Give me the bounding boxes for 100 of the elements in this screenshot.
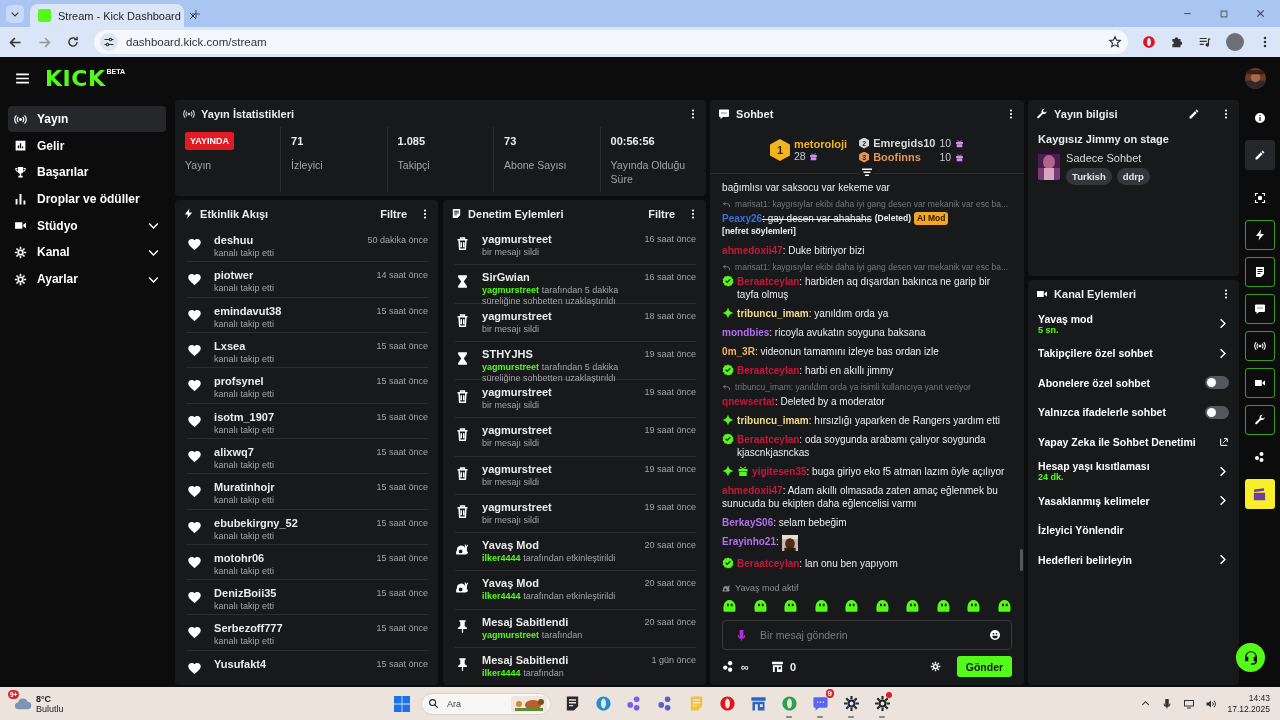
sidebar-item[interactable]: Kanal (8, 239, 167, 266)
verified-badge-icon (722, 275, 735, 287)
rail-button[interactable] (1244, 294, 1275, 324)
action-title: Mesaj Sabitlendi (482, 653, 570, 667)
search-box[interactable]: Ara (421, 692, 551, 715)
speaker-icon[interactable] (1205, 697, 1218, 710)
chat-message: 0m_3R: videonun tamamını izleye bas ordan izle (722, 345, 940, 358)
sidebar-item[interactable]: Gelir (8, 132, 167, 159)
trash-icon (455, 427, 471, 443)
chat-message: ahmedoxii47: Adam akıllı olmasada zaten amaç eğlenmek bu sunucuda bu ekipten daha eğlencelisi varmı (722, 484, 999, 510)
verified-badge-icon (722, 433, 735, 445)
emote-icon[interactable] (935, 598, 951, 613)
panel-title: Etkinlik Akışı (200, 207, 270, 220)
edit-icon[interactable] (1188, 107, 1201, 120)
chat-message: Beraatceylan: lan onu ben yapıyom (737, 557, 899, 570)
maximize-icon[interactable] (1219, 8, 1229, 19)
monitor-icon[interactable] (1183, 697, 1196, 710)
rail-button[interactable] (1244, 368, 1275, 398)
category-name: Sadece Sohbet (1066, 152, 1143, 164)
timestamp: 20 saat önce (644, 577, 697, 591)
sidebar-item[interactable]: Droplar ve ödüller (8, 186, 167, 213)
action-title: SirGwian (482, 271, 531, 285)
sidebar-item[interactable]: Başarılar (8, 159, 167, 186)
settings-icon[interactable] (929, 661, 941, 672)
toggle-switch[interactable] (1205, 376, 1230, 390)
media-icon[interactable] (1198, 35, 1212, 49)
close-icon[interactable] (1255, 8, 1266, 19)
action-text: bir mesajı sildi (482, 438, 541, 450)
action-text: bir mesajı sildi (482, 400, 541, 411)
close-icon[interactable] (187, 10, 198, 21)
emote-icon[interactable] (997, 598, 1012, 613)
tag[interactable]: Turkish (1066, 168, 1112, 185)
rail-button[interactable] (1244, 257, 1275, 287)
username: isotm_1907 (214, 410, 275, 424)
emote-icon[interactable] (844, 598, 860, 613)
filter-button[interactable]: Filtre (642, 207, 682, 220)
gift-count: 28 (793, 150, 806, 162)
emote-icon[interactable] (874, 598, 890, 613)
slow-mode-label: Yavaş mod aktif (735, 583, 799, 593)
address-bar[interactable]: dashboard.kick.com/stream (94, 30, 1128, 54)
heart-icon (187, 625, 203, 641)
emote-icon[interactable] (783, 598, 799, 613)
rail-button[interactable] (1244, 331, 1275, 361)
heart-icon (187, 272, 203, 288)
windows-start-icon[interactable] (394, 695, 410, 712)
rail-button[interactable] (1244, 140, 1275, 170)
site-settings-icon[interactable] (103, 36, 115, 48)
emote-icon[interactable] (752, 598, 768, 613)
timestamp: 14 saat önce (376, 269, 429, 283)
action-title: yagmurstreet (482, 309, 553, 323)
note-icon (451, 208, 463, 219)
reload-icon[interactable] (66, 35, 80, 49)
reply-text: marisat1: kaygısıylar ekibi daha iyi gang desen var mekanik var esc ba... (735, 262, 1009, 272)
message-field[interactable]: Bir mesaj gönderin (722, 620, 1013, 650)
gift-icon (955, 138, 965, 148)
tag[interactable]: ddrp (1116, 168, 1150, 185)
search-field[interactable]: Ara (445, 697, 505, 710)
bookmark-star-icon[interactable] (1108, 35, 1122, 49)
filter-icon[interactable] (861, 167, 874, 179)
emote-icon[interactable] (966, 598, 982, 613)
timestamp: 19 saat önce (644, 424, 697, 438)
emote-icon[interactable] (722, 598, 738, 613)
timestamp: 15 saat önce (376, 587, 429, 601)
sidebar-item[interactable]: Stüdyo (8, 212, 167, 239)
opera-icon (718, 695, 736, 712)
reply-icon (722, 200, 732, 209)
action-text: bir mesajı sildi (482, 514, 541, 526)
sidebar-item[interactable]: Yayın (8, 106, 167, 132)
message-input[interactable]: Bir mesaj gönderin (758, 621, 980, 649)
timestamp: 16 saat önce (644, 233, 697, 246)
timestamp: 15 saat önce (376, 516, 429, 530)
send-button[interactable]: Gönder (956, 656, 1013, 677)
verified-badge-icon (722, 364, 735, 376)
action-title: STHYJHS (482, 347, 534, 361)
username: motohr06 (214, 551, 266, 565)
action-value: 5 sn. (1038, 324, 1059, 335)
broadcast-icon (14, 112, 27, 126)
opera-icon[interactable] (1142, 35, 1156, 49)
username: metoroloji (793, 138, 848, 150)
store-icon[interactable] (770, 660, 784, 673)
extensions-icon[interactable] (1170, 35, 1184, 49)
rail-button[interactable] (1244, 479, 1275, 509)
profile-avatar[interactable] (1226, 33, 1244, 51)
new-tab-icon[interactable] (190, 8, 202, 20)
lightning-icon (1253, 229, 1266, 241)
sidebar-item[interactable]: Ayarlar (8, 266, 167, 293)
chat-message: Beraatceylan: harbiden aq dışardan bakınca ne garip bir tayfa olmuş (737, 275, 992, 301)
emote-icon[interactable] (905, 598, 921, 613)
rail-button[interactable] (1244, 405, 1275, 435)
action-title: Yavaş Mod (482, 539, 540, 552)
reply-icon (722, 263, 732, 272)
emoji-icon[interactable] (989, 629, 1002, 641)
rail-button[interactable] (1244, 220, 1275, 250)
filter-button[interactable]: Filtre (374, 207, 414, 220)
emote-icon[interactable] (813, 598, 829, 613)
action-label: Abonelere özel sohbet (1038, 376, 1152, 389)
settings-icon (14, 245, 27, 259)
username: Lxsea (214, 339, 247, 353)
toggle-switch[interactable] (1205, 405, 1230, 419)
event-text: kanalı takip etti (214, 495, 276, 507)
